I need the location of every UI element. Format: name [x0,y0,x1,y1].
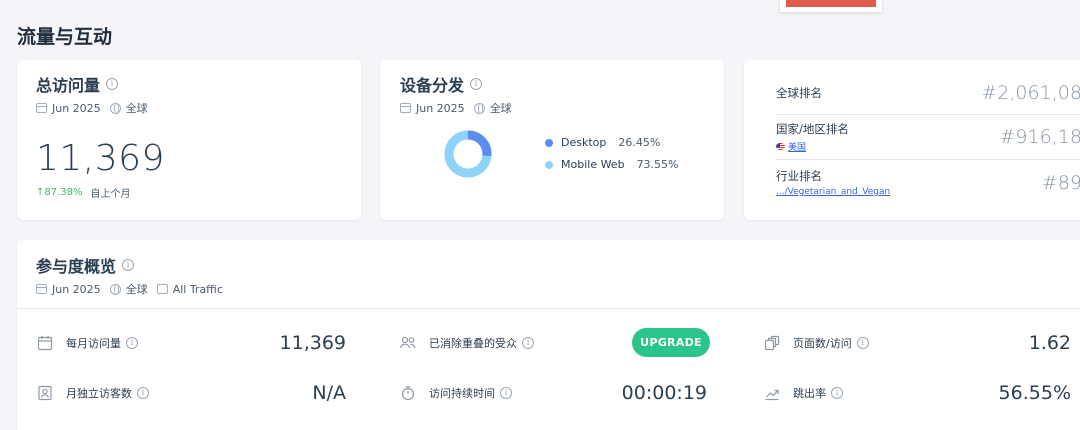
metric-dedup-audience: 已消除重叠的受众 i UPGRADE [399,328,710,357]
metric-unique-visitors: 月独立访客数 i N/A [36,381,346,405]
info-icon[interactable]: i [831,387,843,399]
us-flag-icon [776,143,785,150]
info-icon[interactable]: i [137,387,149,399]
industry-link[interactable]: .../Vegetarian_and_Vegan [776,187,890,197]
device-distribution-card: 设备分发 i Jun 2025 全球 Desktop 26.45% Mobile… [380,60,724,220]
info-icon[interactable]: i [126,337,138,349]
bounce-rate-value: 56.55% [998,382,1071,404]
info-icon[interactable]: i [522,337,534,349]
unique-visitors-value: N/A [312,382,346,404]
info-icon[interactable]: i [856,337,869,349]
globe-icon [473,102,485,114]
card-meta: Jun 2025 全球 All Traffic [36,281,1078,297]
calendar-icon [36,334,54,352]
section-title: 流量与互动 [17,26,113,48]
country-rank-value: #916,181 [999,126,1080,148]
visits-delta: ↑87.38% 自上个月 [36,187,131,200]
users-icon [399,334,417,352]
info-icon[interactable]: i [500,387,512,399]
engagement-overview-card: 参与度概览 i Jun 2025 全球 All Traffic 每月访问量 i 1… [17,240,1080,430]
info-icon[interactable]: i [106,78,119,90]
engagement-overview-title: 参与度概览 i [36,253,1078,277]
calendar-icon [36,103,47,113]
total-visits-title: 总访问量 i [36,72,342,96]
global-rank-value: #2,061,082 [981,82,1080,104]
info-icon[interactable]: i [122,259,135,271]
top-thumbnail [780,0,882,12]
info-icon[interactable]: i [470,78,483,90]
metric-visit-duration: 访问持续时间 i 00:00:19 [399,381,707,405]
calendar-icon [400,103,411,113]
industry-rank-value: #891 [1041,171,1080,194]
total-visits-card: 总访问量 i Jun 2025 全球 11,369 ↑87.38% 自上个月 [17,60,361,220]
engagement-metrics: 每月访问量 i 11,369 月独立访客数 i N/A 已消除重叠的受众 i UPGR… [17,308,1080,404]
industry-rank-row: 行业排名 .../Vegetarian_and_Vegan #891 [776,160,1080,205]
globe-icon [109,283,121,295]
legend-item-desktop: Desktop 26.45% [545,136,679,149]
metric-pages-per-visit: 页面数/访问 i 1.62 [763,331,1071,355]
metric-monthly-visits: 每月访问量 i 11,369 [36,331,346,355]
global-rank-row: 全球排名 #2,061,082 [776,72,1080,115]
monthly-visits-value: 11,369 [279,332,346,354]
traffic-source-icon [156,284,168,294]
rank-card: 全球排名 #2,061,082 国家/地区排名 美国 #916,181 行业排名… [744,60,1080,220]
country-link[interactable]: 美国 [776,140,849,153]
legend-dot-mobile [545,160,553,169]
visit-duration-value: 00:00:19 [621,382,707,404]
legend-item-mobile: Mobile Web 73.55% [545,158,679,171]
stopwatch-icon [399,384,417,402]
device-distribution-title: 设备分发 i [400,72,704,96]
card-meta: Jun 2025 全球 [400,100,704,116]
bounce-arrow-icon [763,384,781,402]
metric-bounce-rate: 跳出率 i 56.55% [763,381,1071,405]
pages-icon [763,334,781,352]
legend-dot-desktop [545,138,553,147]
device-donut-chart [444,130,492,178]
calendar-icon [36,284,47,294]
device-legend: Desktop 26.45% Mobile Web 73.55% [545,136,679,180]
card-meta: Jun 2025 全球 [36,100,342,116]
globe-icon [109,102,121,114]
country-rank-row: 国家/地区排名 美国 #916,181 [776,115,1080,160]
visitor-badge-icon [36,384,54,402]
total-visits-value: 11,369 [36,138,165,179]
upgrade-button[interactable]: UPGRADE [632,328,710,357]
pages-per-visit-value: 1.62 [1028,332,1071,354]
